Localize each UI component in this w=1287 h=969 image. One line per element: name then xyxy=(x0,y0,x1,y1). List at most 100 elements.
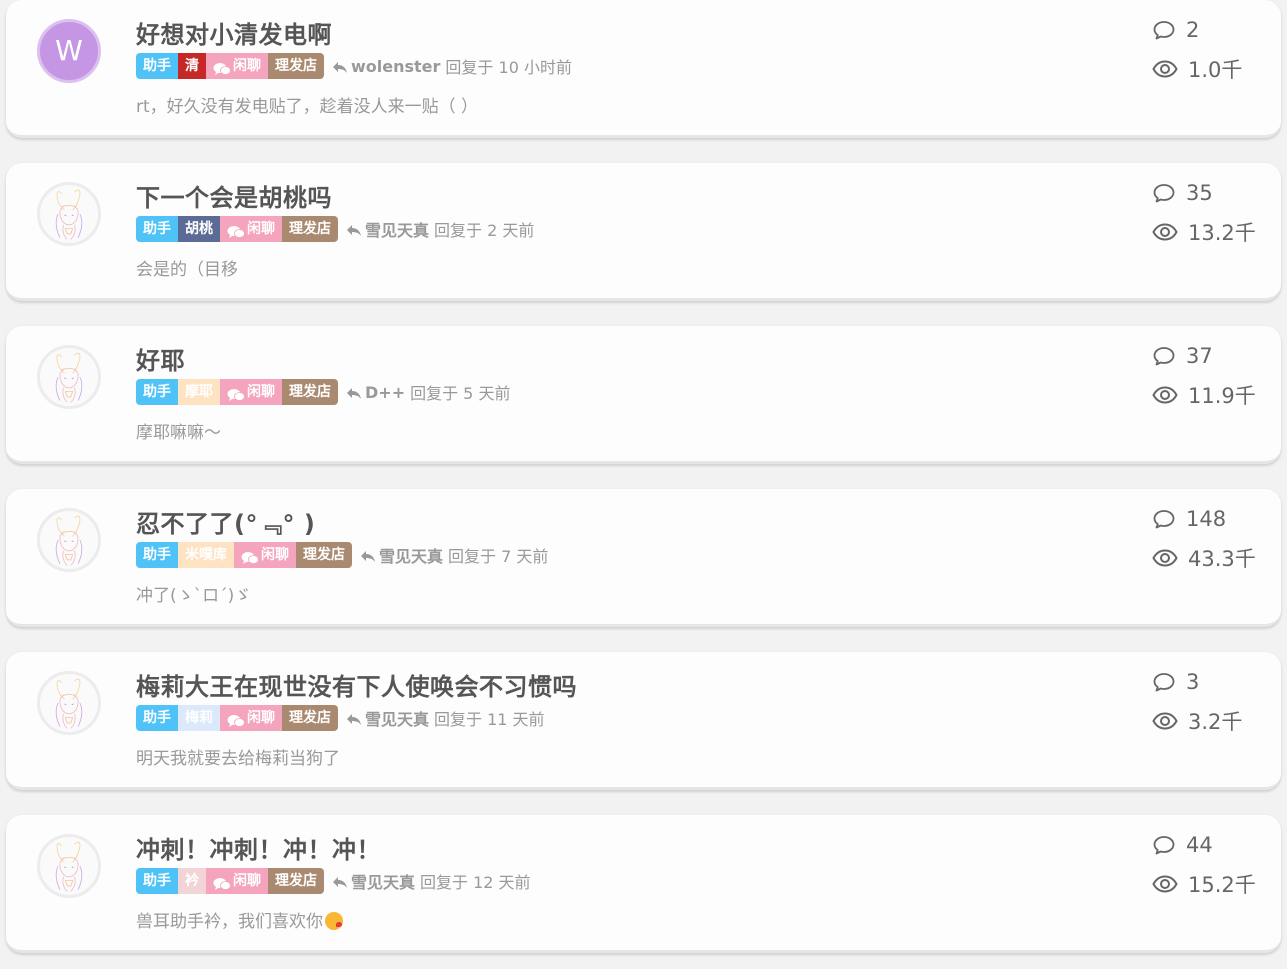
tag-label: 闲聊 xyxy=(247,384,275,400)
reply-username[interactable]: D++ xyxy=(365,383,405,402)
thread-meta: 助手衿 闲聊 理发店 雪见天真 回复于 12 天前 xyxy=(136,868,531,894)
avatar[interactable] xyxy=(37,671,101,735)
thread-list: W 好想对小清发电啊 助手清 闲聊 理发店 wolenster 回复于 10 小时前 rt… xyxy=(0,0,1287,969)
thread-title[interactable]: 下一个会是胡桃吗 xyxy=(136,178,332,213)
thread-title[interactable]: 忍不了了(°﹃° ) xyxy=(136,504,315,539)
avatar[interactable]: W xyxy=(37,19,101,83)
tag[interactable]: 清 xyxy=(178,53,206,79)
thread-excerpt: 会是的（目移 xyxy=(136,255,238,280)
view-count-value: 15.2千 xyxy=(1188,873,1256,897)
tag[interactable]: 闲聊 xyxy=(220,216,282,242)
tag-label: 理发店 xyxy=(275,873,317,889)
last-reply: 雪见天真 回复于 12 天前 xyxy=(332,869,531,893)
reply-arrow-icon xyxy=(346,222,362,236)
tag[interactable]: 助手 xyxy=(136,868,178,894)
tag[interactable]: 理发店 xyxy=(282,379,338,405)
tag[interactable]: 助手 xyxy=(136,705,178,731)
thread-meta: 助手清 闲聊 理发店 wolenster 回复于 10 小时前 xyxy=(136,53,572,79)
bunny-girl-avatar-icon xyxy=(55,678,83,729)
reply-arrow-icon xyxy=(360,548,376,562)
reply-username[interactable]: 雪见天真 xyxy=(351,869,415,893)
thread-card[interactable]: 梅莉大王在现世没有下人使唤会不习惯吗助手 梅莉 闲聊 理发店 雪见天真 回复于 11 … xyxy=(6,652,1281,790)
thread-title[interactable]: 冲刺！冲刺！冲！冲！ xyxy=(136,830,381,865)
last-reply: wolenster 回复于 10 小时前 xyxy=(332,54,572,78)
reply-arrow-icon xyxy=(332,59,348,73)
tag[interactable]: 米噗库 xyxy=(178,542,234,568)
tag-label: 理发店 xyxy=(303,547,345,563)
tag[interactable]: 摩耶 xyxy=(178,379,220,405)
tag[interactable]: 助手 xyxy=(136,542,178,568)
tag[interactable]: 理发店 xyxy=(296,542,352,568)
excerpt-text: 冲了(ゝ`ロ´)ゞ xyxy=(136,586,252,606)
chat-bubbles-icon xyxy=(213,59,231,75)
eye-icon xyxy=(1152,385,1188,405)
reply-count: 148 xyxy=(1152,507,1226,531)
thread-title[interactable]: 好想对小清发电啊 xyxy=(136,15,332,50)
tag[interactable]: 理发店 xyxy=(268,53,324,79)
reply-username[interactable]: wolenster xyxy=(351,57,440,76)
tag[interactable]: 闲聊 xyxy=(206,53,268,79)
thread-excerpt: 兽耳助手衿，我们喜欢你 xyxy=(136,907,343,932)
thread-meta: 助手 胡桃 闲聊 理发店 雪见天真 回复于 2 天前 xyxy=(136,216,534,242)
reply-time: 回复于 10 小时前 xyxy=(445,58,572,77)
tag-label: 胡桃 xyxy=(185,221,213,237)
view-count-value: 11.9千 xyxy=(1188,384,1256,408)
tag-label: 米噗库 xyxy=(185,547,227,563)
tag[interactable]: 闲聊 xyxy=(234,542,296,568)
eye-icon xyxy=(1152,874,1188,894)
tag[interactable]: 闲聊 xyxy=(220,379,282,405)
thread-meta: 助手 摩耶 闲聊 理发店 D++ 回复于 5 天前 xyxy=(136,379,510,405)
reply-count: 3 xyxy=(1152,670,1199,694)
tag[interactable]: 理发店 xyxy=(268,868,324,894)
tag-label: 助手 xyxy=(143,384,171,400)
excerpt-text: 摩耶嘛嘛～ xyxy=(136,423,221,443)
tag[interactable]: 理发店 xyxy=(282,216,338,242)
thread-title[interactable]: 梅莉大王在现世没有下人使唤会不习惯吗 xyxy=(136,667,577,702)
thread-excerpt: rt，好久没有发电贴了，趁着没人来一贴（ ） xyxy=(136,92,478,117)
reply-username[interactable]: 雪见天真 xyxy=(365,706,429,730)
thread-card[interactable]: 好耶助手 摩耶 闲聊 理发店 D++ 回复于 5 天前摩耶嘛嘛～ 37 11.9千 xyxy=(6,326,1281,464)
tag[interactable]: 助手 xyxy=(136,53,178,79)
tag-label: 衿 xyxy=(185,873,199,889)
tag-label: 助手 xyxy=(143,221,171,237)
bunny-girl-avatar-icon xyxy=(55,515,83,566)
thread-card[interactable]: W 好想对小清发电啊助手清 闲聊 理发店 wolenster 回复于 10 小时前 rt… xyxy=(6,0,1281,138)
tag-label: 闲聊 xyxy=(247,710,275,726)
tag[interactable]: 梅莉 xyxy=(178,705,220,731)
reply-time: 回复于 11 天前 xyxy=(434,710,545,729)
reply-username[interactable]: 雪见天真 xyxy=(365,217,429,241)
tag[interactable]: 衿 xyxy=(178,868,206,894)
chat-bubbles-icon xyxy=(227,385,245,401)
avatar[interactable] xyxy=(37,182,101,246)
tag[interactable]: 闲聊 xyxy=(220,705,282,731)
view-count-value: 13.2千 xyxy=(1188,221,1256,245)
thread-card[interactable]: 冲刺！冲刺！冲！冲！ 助手衿 闲聊 理发店 雪见天真 回复于 12 天前 兽耳助手衿，我… xyxy=(6,815,1281,953)
thread-title[interactable]: 好耶 xyxy=(136,341,185,376)
tag-label: 理发店 xyxy=(289,710,331,726)
tag[interactable]: 理发店 xyxy=(282,705,338,731)
thread-excerpt: 明天我就要去给梅莉当狗了 xyxy=(136,744,340,769)
tag[interactable]: 闲聊 xyxy=(206,868,268,894)
chat-bubbles-icon xyxy=(213,874,231,890)
avatar[interactable] xyxy=(37,508,101,572)
tag[interactable]: 助手 xyxy=(136,216,178,242)
avatar[interactable] xyxy=(37,834,101,898)
comment-icon xyxy=(1152,671,1186,693)
view-count: 13.2千 xyxy=(1152,217,1256,247)
reply-username[interactable]: 雪见天真 xyxy=(379,543,443,567)
avatar[interactable] xyxy=(37,345,101,409)
thread-card[interactable]: 忍不了了(°﹃° ) 助手 米噗库 闲聊 理发店 雪见天真 回复于 7 天前 冲了(ゝ`ロ… xyxy=(6,489,1281,627)
tag-label: 闲聊 xyxy=(261,547,289,563)
tag-label: 助手 xyxy=(143,547,171,563)
thread-card[interactable]: 下一个会是胡桃吗 助手 胡桃 闲聊 理发店 雪见天真 回复于 2 天前 会是的（目移 35… xyxy=(6,163,1281,301)
view-count: 1.0千 xyxy=(1152,54,1242,84)
bunny-girl-avatar-icon xyxy=(55,352,83,403)
view-count: 3.2千 xyxy=(1152,706,1242,736)
tag[interactable]: 胡桃 xyxy=(178,216,220,242)
excerpt-text: 明天我就要去给梅莉当狗了 xyxy=(136,749,340,769)
excerpt-text: 会是的（目移 xyxy=(136,260,238,280)
reply-time: 回复于 12 天前 xyxy=(420,873,531,892)
reply-count: 37 xyxy=(1152,344,1213,368)
tag[interactable]: 助手 xyxy=(136,379,178,405)
tag-label: 摩耶 xyxy=(185,384,213,400)
